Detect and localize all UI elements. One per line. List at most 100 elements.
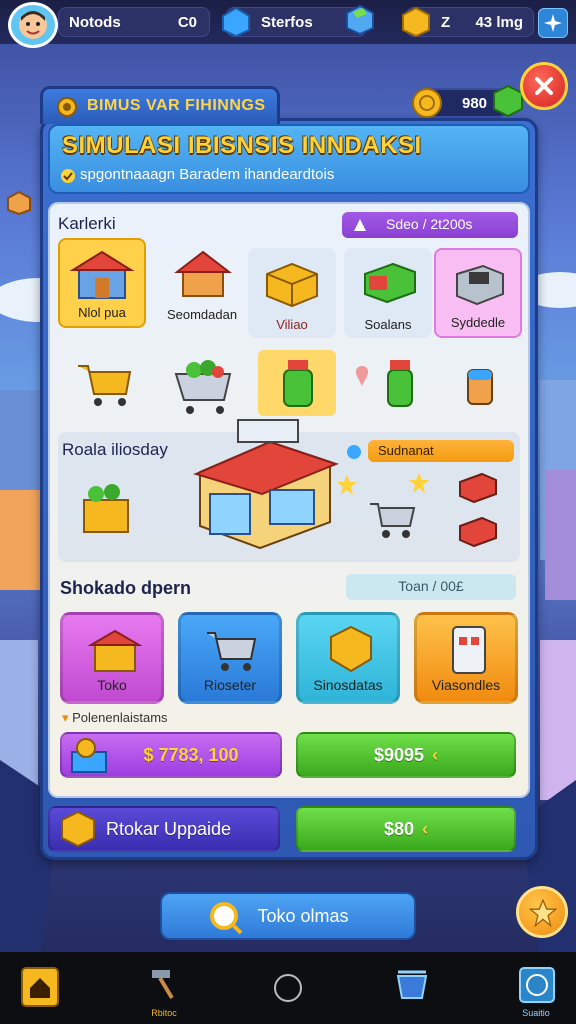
catalog-item[interactable]: Viliao [248, 248, 336, 338]
panel-coins: 980 [412, 84, 523, 118]
shop-card-label: Viasondles [431, 677, 501, 693]
can-icon[interactable] [462, 364, 498, 408]
nav-home-circle[interactable] [258, 966, 318, 1018]
close-button[interactable] [520, 62, 568, 110]
house-icon [174, 250, 232, 297]
sparkle-icon [544, 14, 562, 32]
jar-icon [283, 360, 313, 407]
upgrade-label: Rtokar Uppaide [106, 818, 232, 839]
gem-icon [222, 6, 250, 38]
nav-home[interactable] [14, 966, 74, 1018]
arrow-icon: ‹ [432, 744, 439, 765]
close-icon [535, 77, 553, 95]
register-icon [456, 264, 504, 306]
basket-icon [396, 970, 428, 999]
register-icon[interactable] [456, 470, 500, 504]
catalog-item-label: Seomdadan [166, 307, 238, 322]
nav-build-label: Rbitoc [151, 1008, 177, 1018]
triangle-icon [354, 219, 366, 231]
bottle-icon[interactable] [380, 356, 420, 410]
nav-stats[interactable]: Suaitio [506, 966, 566, 1018]
shop-card-sinosdatas[interactable]: Sinosdatas [296, 612, 400, 704]
shop-badge: Toan / 00£ [346, 574, 516, 600]
catalog-label: Karlerki [58, 214, 116, 233]
box-icon [61, 810, 95, 848]
scene-label: Roala iliosday [62, 440, 168, 459]
catalog-item[interactable]: Soalans [344, 248, 432, 338]
crate-icon [266, 262, 318, 308]
cart-icon [207, 632, 257, 671]
device-icon [452, 626, 486, 674]
resource-pill-gems[interactable]: Sterfos 6 [222, 4, 374, 38]
store-building-icon[interactable] [190, 412, 340, 552]
nav-shop[interactable] [382, 966, 442, 1018]
store-icon [87, 629, 143, 672]
purchase-green-button[interactable]: $9095 ‹ [296, 732, 516, 778]
catalog-item-label: Viliao [276, 317, 308, 332]
gold-box-icon [402, 6, 430, 38]
shop-card-label: Rioseter [203, 677, 257, 693]
player-name-pill[interactable]: Notods C0 [58, 7, 210, 37]
star-icon [409, 473, 429, 493]
cart-icon[interactable] [74, 356, 134, 412]
catalog-item[interactable]: Nlol pua [58, 238, 146, 328]
player-name: Notods [69, 14, 121, 31]
circle-icon [274, 974, 302, 1002]
shop-card-label: Toko [97, 677, 127, 693]
shop-card-toko[interactable]: Toko [60, 612, 164, 704]
panel-tab: BIMUS VAR FIHINNGS [40, 86, 280, 124]
upgrade-price-button[interactable]: $80 ‹ [296, 806, 516, 852]
catalog-item-selected[interactable] [258, 350, 336, 416]
catalog-item-label: Syddedle [450, 315, 506, 330]
catalog-item[interactable]: Syddedle [434, 248, 522, 338]
upgrade-price: $80 [383, 818, 415, 839]
settings-button[interactable] [538, 8, 568, 38]
page-subtitle: spgontnaaagn Baradem ihandeardtois [80, 166, 335, 183]
avatar-face-icon [19, 11, 47, 39]
panel-tab-title: BIMUS VAR FIHINNGS [87, 97, 266, 114]
catalog-badge-text: Sdeo / 2t200s [386, 216, 473, 232]
catalog-item-label: Soalans [364, 317, 412, 332]
green-cube-icon [493, 84, 523, 118]
catalog-item-label: Nlol pua [78, 305, 126, 320]
upgrade-button[interactable]: Rtokar Uppaide [48, 806, 280, 852]
gear-icon [57, 97, 77, 117]
resource-2-value: 43 lmg [475, 14, 523, 31]
scene-badge-text: Sudnanat [378, 443, 434, 458]
cash-box-icon [71, 738, 107, 773]
page-title: SIMULASI IBISNSIS INNDAKSI [62, 132, 422, 159]
search-icon [210, 902, 243, 935]
title-banner: SIMULASI IBISNSIS INNDAKSI spgontnaaagn … [48, 124, 530, 194]
resource-2-label: Z [441, 14, 451, 31]
catalog-item[interactable]: Seomdadan [158, 238, 246, 328]
register-icon[interactable] [456, 514, 500, 548]
chart-icon [519, 967, 555, 1003]
panel-coins-value: 980 [462, 95, 488, 112]
veggie-cart-icon[interactable] [170, 356, 240, 418]
toko-button-label: Toko olmas [257, 905, 349, 926]
star-icon [337, 475, 357, 495]
arrow-icon: ‹ [422, 818, 429, 839]
cube-icon [346, 4, 374, 36]
toko-button[interactable]: Toko olmas [160, 892, 416, 940]
produce-stand-icon[interactable] [76, 478, 136, 538]
shop-icon [69, 250, 135, 299]
home-icon [21, 967, 59, 1007]
player-avatar[interactable] [8, 2, 58, 48]
shop-card-rioseter[interactable]: Rioseter [178, 612, 282, 704]
floating-box-icon [7, 190, 31, 216]
star-icon [529, 899, 557, 927]
resource-pill-gold[interactable]: Z 43 lmg [402, 6, 534, 38]
box-icon [330, 625, 372, 673]
catalog-badge: Sdeo / 2t200s [342, 212, 518, 238]
nav-build[interactable]: Rbitoc [134, 966, 194, 1018]
coin-icon [412, 88, 442, 118]
favorite-button[interactable] [516, 886, 568, 938]
shop-hint-text: Polenenlaistams [72, 710, 168, 725]
cart-icon[interactable] [366, 496, 418, 542]
shelf-icon [364, 262, 416, 304]
shop-label: Shokado dpern [60, 578, 192, 598]
shop-card-viasondles[interactable]: Viasondles [414, 612, 518, 704]
shop-hint: ▾ Polenenlaistams [62, 710, 168, 725]
purchase-purple-button[interactable]: $ 7783, 100 [60, 732, 282, 778]
